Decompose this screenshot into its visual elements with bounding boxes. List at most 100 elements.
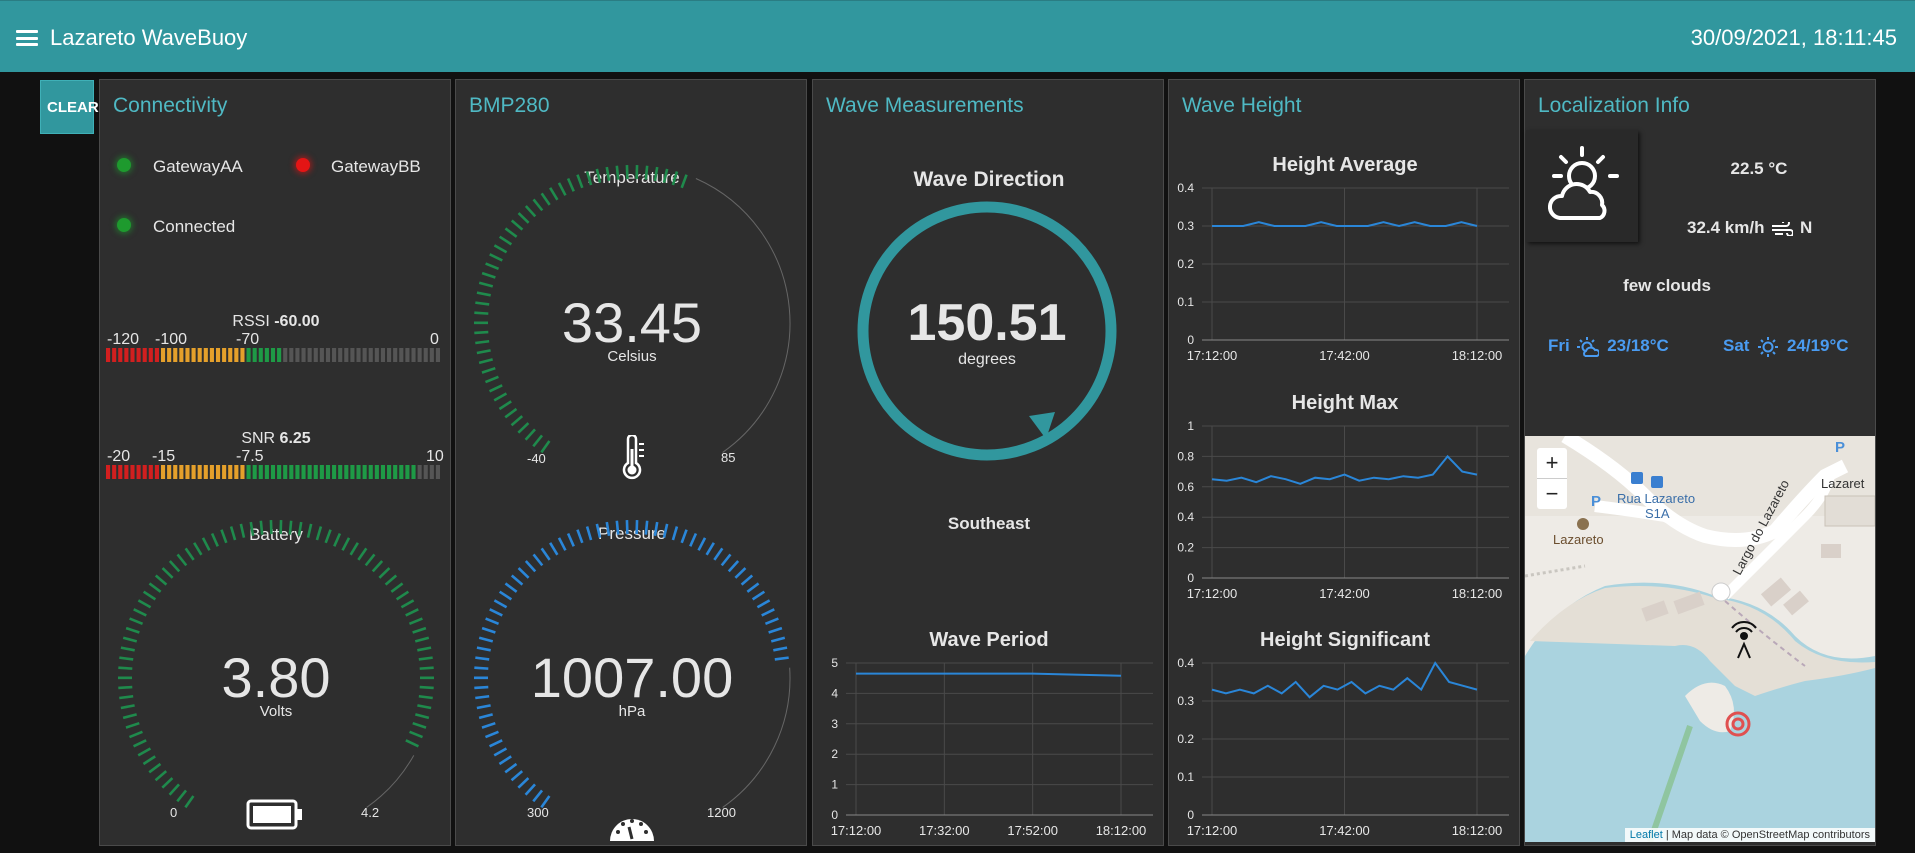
gauge-tick (485, 617, 500, 626)
gauge-tick (405, 608, 419, 617)
gauge-tick (324, 529, 332, 544)
gauge-tick (132, 739, 147, 748)
wind-icon (1772, 218, 1795, 237)
y-tick-label: 5 (831, 656, 838, 670)
gauge-tick (644, 520, 649, 535)
pressure-min: 300 (527, 805, 549, 820)
y-tick-label: 0 (1187, 808, 1194, 822)
y-tick-label: 0.2 (1177, 541, 1194, 555)
gauge-tick (488, 739, 503, 748)
gauge-tick (148, 762, 162, 774)
gauge-tick (128, 730, 143, 739)
gauge-tick (306, 523, 313, 538)
gauge-tick (125, 626, 140, 634)
gauge-tick (475, 694, 490, 700)
gauge-tick (756, 599, 771, 609)
gauge-tick (148, 582, 162, 593)
location-map[interactable]: P P Rua Lazareto S1A Lazareto Largo do L… (1525, 436, 1875, 842)
x-tick-label: 17:12:00 (831, 823, 882, 838)
gauge-tick (740, 574, 754, 586)
x-tick-label: 18:12:00 (1452, 586, 1503, 601)
gauge-tick (418, 694, 433, 700)
map-zoom-in-button[interactable]: + (1537, 448, 1567, 479)
battery-value: 3.80 (221, 646, 331, 709)
gauge-tick (517, 777, 530, 789)
x-tick-label: 18:12:00 (1452, 348, 1503, 363)
y-tick-label: 0.2 (1177, 257, 1194, 271)
gauge-tick (768, 626, 783, 634)
gauge-tick (484, 730, 499, 739)
gauge-tick (184, 795, 195, 809)
gauge-tick (504, 762, 518, 774)
height-average-title: Height Average (1272, 154, 1418, 176)
pressure-unit: hPa (618, 703, 646, 720)
y-tick-label: 4 (831, 686, 838, 700)
x-tick-label: 17:12:00 (1187, 348, 1238, 363)
gauge-tick (371, 560, 384, 573)
y-tick-label: 1 (831, 778, 838, 792)
gauge-tick (751, 590, 766, 601)
bmp280-panel: BMP280 Temperature 33.45 Celsius -40 85 … (455, 79, 807, 846)
gauge-tick (119, 656, 134, 661)
map-zoom-out-button[interactable]: − (1537, 479, 1567, 509)
gauge-tick (210, 532, 219, 547)
gauge-tick (259, 520, 264, 535)
y-tick-label: 0 (1187, 333, 1194, 347)
gauge-tick (412, 626, 427, 634)
gauge-tick (364, 553, 376, 567)
gauge-tick (576, 529, 584, 544)
clear-button[interactable]: CLEAR (40, 80, 99, 134)
battery-gauge (117, 520, 435, 809)
gauge-tick (653, 521, 659, 537)
gauge-tick (713, 547, 724, 561)
y-tick-label: 0.3 (1177, 694, 1194, 708)
gauge-tick (517, 567, 530, 579)
battery-min: 0 (170, 805, 178, 820)
wave-height-panel: Wave Height Height Average 0 0.1 0.2 0.3 0.4… (1168, 79, 1520, 846)
gauge-tick (133, 608, 147, 617)
gauge-tick (161, 777, 174, 789)
gauge-tick (417, 646, 432, 652)
gauge-tick (662, 523, 669, 538)
gauge-tick (357, 547, 368, 561)
svg-text:P: P (1591, 493, 1601, 510)
gauge-tick (184, 547, 195, 561)
gauge-tick (333, 532, 342, 547)
gauge-tick (405, 739, 420, 748)
sun-cloud-icon (1577, 336, 1601, 357)
gauge-tick (680, 529, 688, 544)
gauge-tick (341, 537, 351, 551)
gauge-tick (585, 526, 593, 541)
y-tick-label: 0.2 (1177, 732, 1194, 746)
gauge-tick (697, 537, 707, 551)
leaflet-link[interactable]: Leaflet (1630, 829, 1663, 841)
gauge-tick (193, 542, 203, 556)
gauge-tick (540, 547, 551, 561)
gauge-tick (524, 783, 536, 796)
gauge-tick (720, 553, 732, 567)
y-tick-label: 0.6 (1177, 480, 1194, 494)
gauge-tick (168, 560, 181, 573)
gauge-tick (476, 646, 491, 652)
gauge-tick (727, 560, 740, 573)
map-label: S1A (1645, 506, 1670, 521)
y-tick-label: 0 (831, 808, 838, 822)
map-attribution: Leaflet | Map data © OpenStreetMap contr… (1624, 828, 1875, 842)
x-tick-label: 17:42:00 (1319, 348, 1370, 363)
height-average-chart: 0 0.1 0.2 0.3 0.4 17:12:00 17:42:00 18:12:00 (1177, 181, 1509, 363)
gauge-tick (524, 560, 537, 573)
app-title: Lazareto WaveBuoy (50, 25, 248, 50)
gauge-tick (400, 599, 415, 609)
connectivity-panel: Connectivity GatewayAA GatewayBB Connect… (99, 79, 451, 846)
sun-icon (1758, 336, 1779, 357)
gauge-tick (475, 656, 490, 661)
menu-icon[interactable] (16, 30, 38, 46)
current-temperature: 22.5 °C (1730, 159, 1788, 178)
gauge-tick (549, 542, 559, 556)
gauge-tick (249, 521, 255, 537)
partly-cloudy-icon (1547, 146, 1619, 220)
gauge-tick (229, 526, 237, 541)
x-tick-label: 17:12:00 (1187, 586, 1238, 601)
gauge-tick (746, 582, 760, 593)
gauge-tick (493, 599, 508, 609)
